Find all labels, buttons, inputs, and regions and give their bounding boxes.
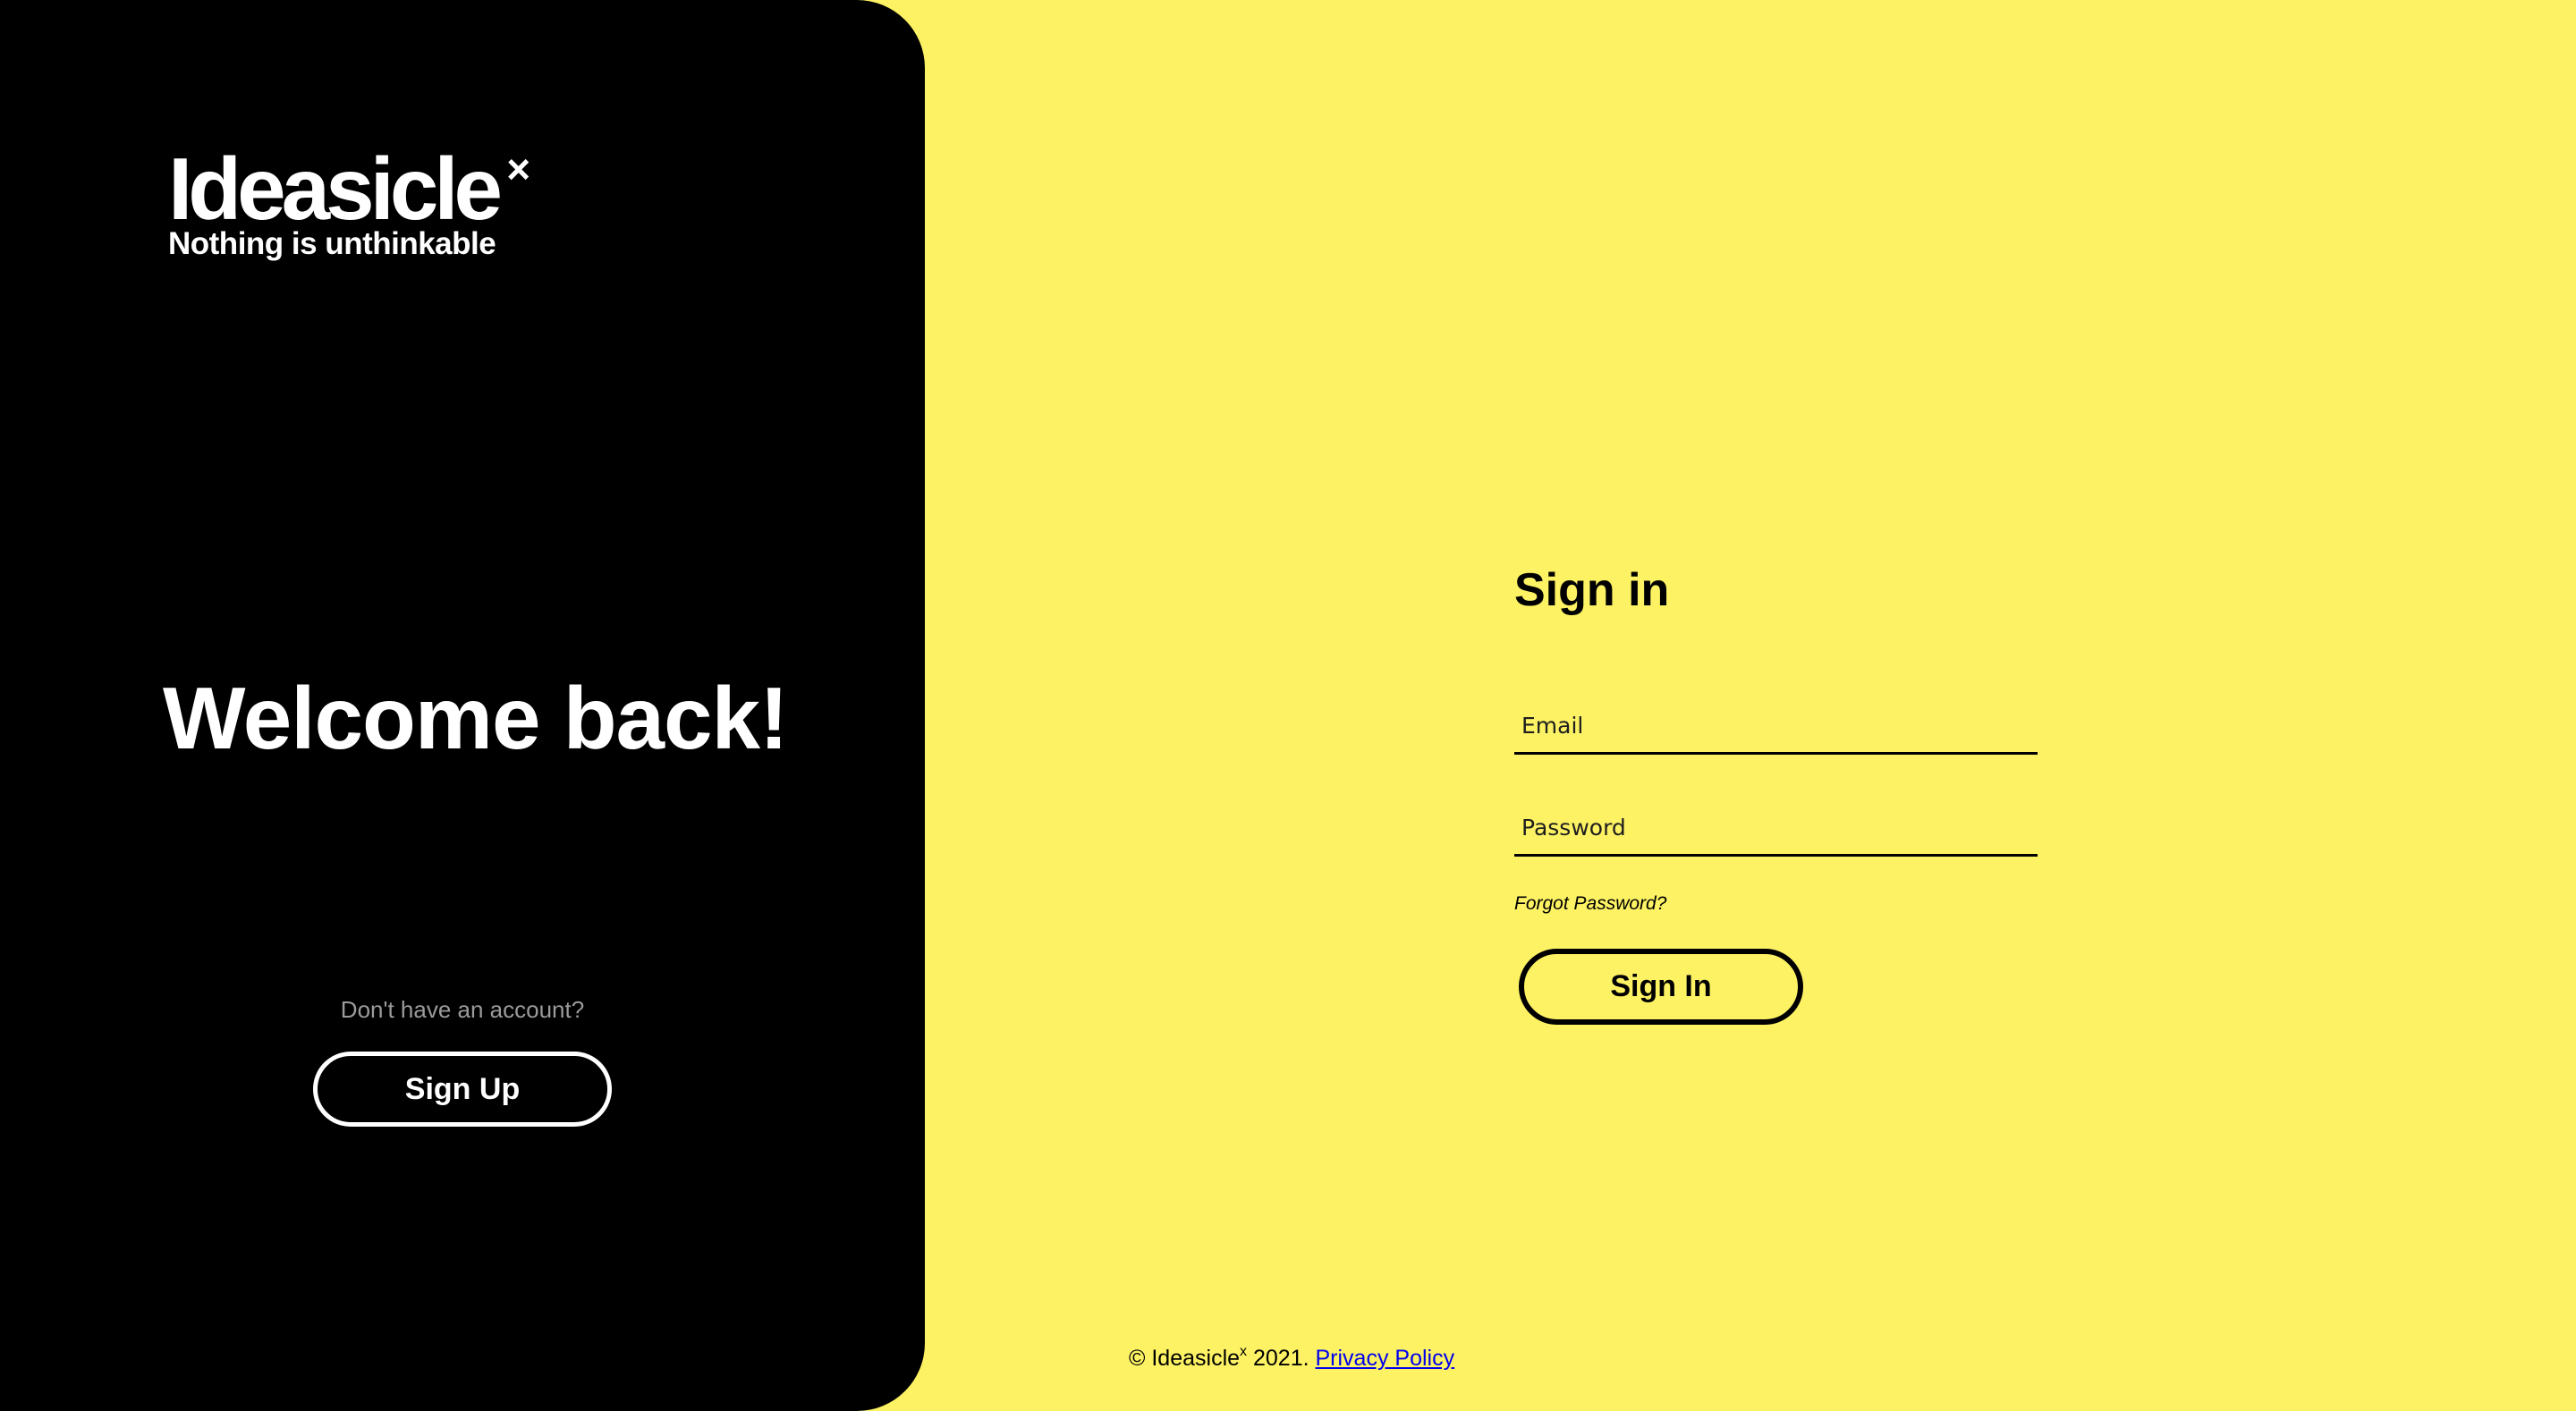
welcome-heading: Welcome back! xyxy=(163,669,789,767)
logo-x-mark: × xyxy=(506,146,531,192)
footer-superscript: x xyxy=(1240,1343,1248,1359)
footer: © Ideasiclex 2021. Privacy Policy xyxy=(1129,1343,1454,1373)
password-field[interactable] xyxy=(1514,801,2038,857)
page: Ideasicle × Nothing is unthinkable Welcom… xyxy=(0,0,2576,1411)
sign-in-title: Sign in xyxy=(1514,564,1670,616)
no-account-text: Don't have an account? xyxy=(340,996,585,1023)
footer-copyright: © Ideasicle xyxy=(1129,1346,1241,1371)
footer-year: 2021. xyxy=(1247,1346,1316,1371)
logo-wordmark: Ideasicle × xyxy=(168,145,530,232)
sign-up-button[interactable]: Sign Up xyxy=(313,1052,612,1127)
forgot-password-link[interactable]: Forgot Password? xyxy=(1514,891,1666,917)
email-field[interactable] xyxy=(1514,699,2038,755)
privacy-policy-link[interactable]: Privacy Policy xyxy=(1316,1346,1455,1371)
left-panel: Ideasicle × Nothing is unthinkable Welcom… xyxy=(0,0,925,1411)
logo-wordmark-text: Ideasicle xyxy=(168,139,503,238)
sign-in-button[interactable]: Sign In xyxy=(1519,949,1803,1025)
brand-logo: Ideasicle × Nothing is unthinkable xyxy=(168,145,530,261)
